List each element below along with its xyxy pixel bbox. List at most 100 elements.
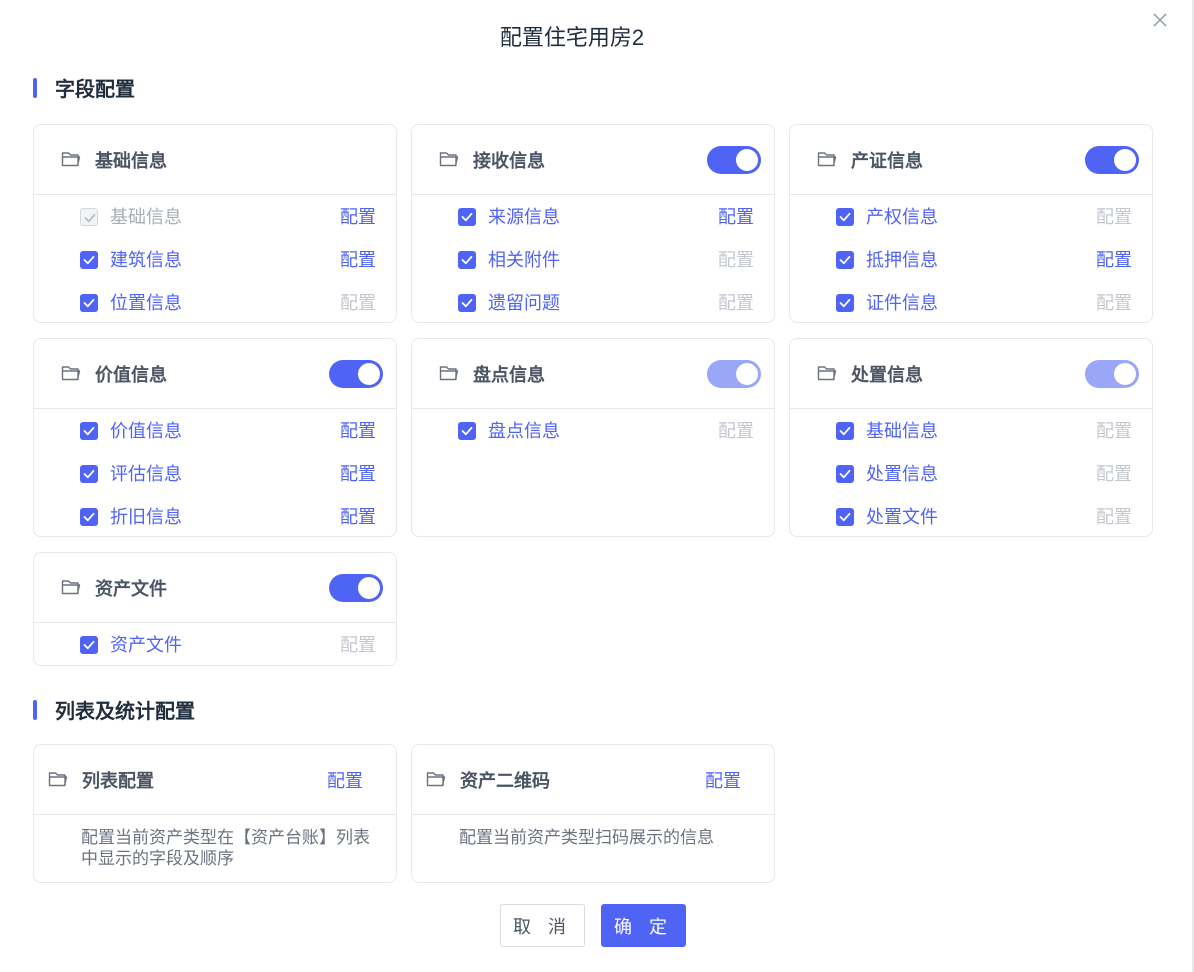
- field-label: 价值信息: [110, 421, 182, 441]
- field-row: 位置信息 配置: [34, 291, 396, 315]
- check-icon: [839, 426, 851, 436]
- config-link: 配置: [1096, 421, 1132, 441]
- field-label: 建筑信息: [110, 250, 182, 270]
- card-header: 盘点信息: [412, 339, 774, 409]
- field-checkbox[interactable]: [836, 251, 854, 269]
- config-link[interactable]: 配置: [1096, 248, 1132, 272]
- check-icon: [839, 469, 851, 479]
- field-label: 基础信息: [110, 207, 182, 227]
- field-label: 处置文件: [866, 507, 938, 527]
- cancel-button[interactable]: 取 消: [500, 904, 585, 947]
- config-link: 配置: [718, 250, 754, 270]
- config-link[interactable]: 配置: [340, 248, 376, 272]
- card-description: 配置当前资产类型在【资产台账】列表中显示的字段及顺序: [81, 828, 370, 868]
- toggle-knob: [1114, 363, 1136, 385]
- field-checkbox[interactable]: [836, 465, 854, 483]
- field-checkbox[interactable]: [80, 294, 98, 312]
- field-checkbox[interactable]: [80, 422, 98, 440]
- card-title: 盘点信息: [473, 365, 545, 385]
- config-link[interactable]: 配置: [340, 205, 376, 229]
- field-card: 处置信息基础信息 配置 处置信息 配置处置文件 配置: [789, 338, 1153, 537]
- section-toggle[interactable]: [329, 574, 383, 602]
- config-link: 配置: [1096, 293, 1132, 313]
- field-checkbox[interactable]: [836, 294, 854, 312]
- field-label: 资产文件: [110, 635, 182, 655]
- card-description: 配置当前资产类型扫码展示的信息: [459, 828, 714, 847]
- card-title: 处置信息: [851, 365, 923, 385]
- field-label: 遗留问题: [488, 293, 560, 313]
- field-checkbox[interactable]: [80, 465, 98, 483]
- field-card: 产证信息 产权信息 配置 抵押信息 配置 证件信息 配置: [789, 124, 1153, 323]
- config-link[interactable]: 配置: [340, 419, 376, 443]
- card-header: 列表配置 配置: [34, 745, 396, 815]
- card-list-config: 列表配置 配置 配置当前资产类型在【资产台账】列表中显示的字段及顺序: [33, 744, 397, 883]
- field-checkbox[interactable]: [80, 636, 98, 654]
- section-toggle[interactable]: [1085, 146, 1139, 174]
- card-header: 处置信息: [790, 339, 1152, 409]
- section-toggle[interactable]: [707, 146, 761, 174]
- card-header: 接收信息: [412, 125, 774, 195]
- card-asset-qrcode: 资产二维码 配置 配置当前资产类型扫码展示的信息: [411, 744, 775, 883]
- field-row: 评估信息 配置: [34, 462, 396, 486]
- check-icon: [839, 512, 851, 522]
- check-icon: [83, 255, 95, 265]
- field-label: 相关附件: [488, 250, 560, 270]
- check-icon: [461, 255, 473, 265]
- field-card: 资产文件 资产文件 配置: [33, 552, 397, 666]
- folder-icon: [439, 152, 459, 167]
- config-link[interactable]: 配置: [340, 505, 376, 529]
- card-title: 列表配置: [82, 771, 154, 791]
- config-link: 配置: [340, 293, 376, 313]
- section-toggle[interactable]: [329, 360, 383, 388]
- config-dialog: 配置住宅用房2 字段配置 基础信息 基础信息 配置 建筑信息 配置 位置信息 配置 接收信息来…: [0, 0, 1194, 972]
- field-checkbox[interactable]: [458, 422, 476, 440]
- config-link: 配置: [340, 635, 376, 655]
- card-title: 接收信息: [473, 151, 545, 171]
- field-label: 来源信息: [488, 207, 560, 227]
- card-title: 价值信息: [95, 365, 167, 385]
- field-checkbox[interactable]: [836, 508, 854, 526]
- check-icon: [461, 426, 473, 436]
- field-checkbox[interactable]: [458, 294, 476, 312]
- config-link[interactable]: 配置: [718, 205, 754, 229]
- field-label: 评估信息: [110, 464, 182, 484]
- field-checkbox[interactable]: [458, 251, 476, 269]
- check-icon: [839, 298, 851, 308]
- field-checkbox: [80, 208, 98, 226]
- field-checkbox[interactable]: [80, 508, 98, 526]
- field-checkbox[interactable]: [836, 208, 854, 226]
- config-link[interactable]: 配置: [327, 767, 363, 793]
- config-link: 配置: [1096, 507, 1132, 527]
- field-checkbox[interactable]: [80, 251, 98, 269]
- section-toggle: [1085, 360, 1139, 388]
- config-link: 配置: [718, 421, 754, 441]
- field-label: 折旧信息: [110, 507, 182, 527]
- section-title: 列表及统计配置: [55, 701, 195, 723]
- config-link[interactable]: 配置: [340, 462, 376, 486]
- field-checkbox[interactable]: [836, 422, 854, 440]
- ok-button[interactable]: 确 定: [601, 904, 686, 947]
- check-icon: [83, 640, 95, 650]
- check-icon: [83, 426, 95, 436]
- field-label: 抵押信息: [866, 250, 938, 270]
- close-icon[interactable]: [1152, 12, 1168, 28]
- config-link: 配置: [1096, 464, 1132, 484]
- field-row: 证件信息 配置: [790, 291, 1152, 315]
- field-row: 处置信息 配置: [790, 462, 1152, 486]
- folder-icon: [61, 152, 81, 167]
- config-link: 配置: [718, 293, 754, 313]
- field-label: 盘点信息: [488, 421, 560, 441]
- field-checkbox[interactable]: [458, 208, 476, 226]
- folder-icon: [817, 366, 837, 381]
- folder-icon: [426, 772, 446, 787]
- check-icon: [84, 213, 96, 223]
- config-link[interactable]: 配置: [705, 767, 741, 793]
- field-label: 证件信息: [866, 293, 938, 313]
- check-icon: [461, 298, 473, 308]
- folder-icon: [61, 580, 81, 595]
- field-row: 基础信息 配置: [790, 419, 1152, 443]
- field-row: 来源信息 配置: [412, 205, 774, 229]
- check-icon: [83, 512, 95, 522]
- field-row: 资产文件 配置: [34, 633, 396, 657]
- field-row: 产权信息 配置: [790, 205, 1152, 229]
